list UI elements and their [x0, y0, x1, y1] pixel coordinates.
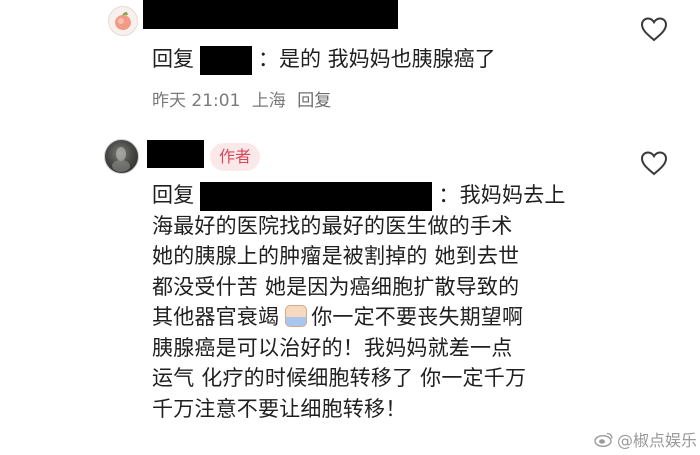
comment-2-line: 她的胰腺上的肿瘤是被割掉的 她到去世: [152, 244, 520, 268]
comment-2-line: 千万注意不要让细胞转移！: [152, 396, 407, 421]
comment-2-line: 其他器官衰竭 你一定不要丧失期望啊: [152, 302, 592, 333]
watermark: @椒点娱乐: [594, 427, 697, 451]
comment-time: 昨天 21:01: [152, 91, 241, 111]
separator: ：: [258, 47, 279, 71]
comment-2-line: 海最好的医院找的最好的医生做的手术: [152, 213, 513, 238]
separator: ：: [438, 183, 460, 207]
author-badge: 作者: [210, 143, 261, 171]
line-before-emoji: 其他器官衰竭: [152, 305, 280, 329]
comment-2-line: 运气 化疗的时候细胞转移了 你一定千万: [152, 366, 527, 390]
comment-1-body: 是的 我妈妈也胰腺癌了: [279, 47, 496, 71]
comment-location: 上海: [251, 91, 286, 111]
comment-2-line: 都没受什苦 她是因为癌细胞扩散导致的: [152, 274, 520, 299]
like-button-1[interactable]: [639, 15, 669, 43]
comment-1-text: 回复 ：是的 我妈妈也胰腺癌了: [152, 45, 496, 75]
dark-photo-avatar-icon: [112, 147, 130, 172]
peach-avatar-icon: [115, 12, 131, 30]
avatar-author[interactable]: [104, 139, 139, 174]
comment-2-body-start: 我妈妈去上: [459, 183, 566, 207]
author-name-redacted[interactable]: [147, 140, 204, 168]
heart-outline-icon: [640, 151, 668, 176]
comment-2-text: 回复 ：我妈妈去上 海最好的医院找的最好的医生做的手术 她的胰腺上的肿瘤是被割掉的…: [152, 180, 592, 424]
reply-target-redacted[interactable]: [200, 45, 252, 75]
username-redacted[interactable]: [143, 0, 398, 29]
like-button-2[interactable]: [639, 149, 669, 177]
comment-2-line: 回复 ：我妈妈去上: [152, 180, 592, 211]
reply-target-redacted[interactable]: [200, 181, 433, 211]
reply-prefix: 回复: [152, 183, 195, 207]
reply-button[interactable]: 回复: [297, 91, 331, 111]
avatar-commenter-1[interactable]: [108, 6, 138, 36]
comment-2-line: 胰腺癌是可以治好的！我妈妈就差一点: [152, 335, 513, 360]
line-after-emoji: 你一定不要丧失期望啊: [311, 305, 524, 329]
reply-prefix: 回复: [152, 47, 194, 71]
weibo-logo-icon: [594, 432, 613, 447]
crying-emoji-icon: [285, 305, 308, 327]
watermark-text: @椒点娱乐: [617, 431, 698, 450]
heart-outline-icon: [640, 17, 668, 42]
comment-1-meta: 昨天 21:01 上海 回复: [152, 86, 337, 111]
